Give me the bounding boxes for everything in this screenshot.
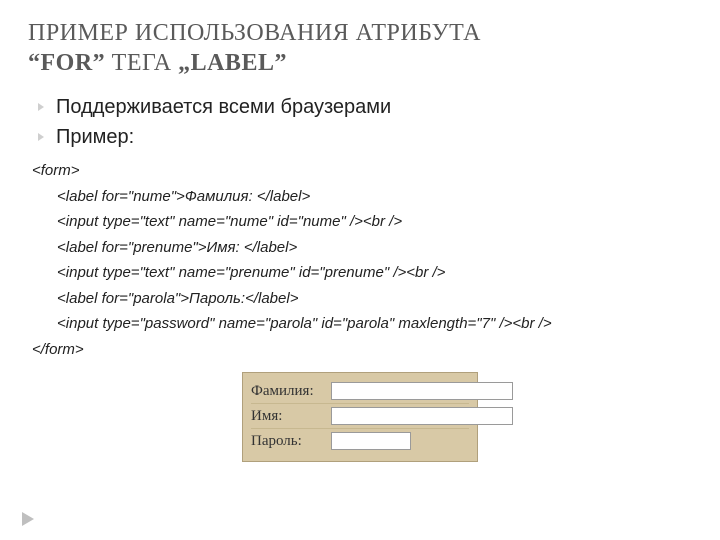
label-lastname: Фамилия: bbox=[251, 383, 331, 400]
slide: ПРИМЕР ИСПОЛЬЗОВАНИЯ АТРИБУТА “FOR” ТЕГА… bbox=[0, 0, 720, 540]
label-firstname: Имя: bbox=[251, 408, 331, 425]
title-label: „LABEL” bbox=[178, 50, 287, 76]
label-password: Пароль: bbox=[251, 433, 331, 450]
title-line1: ПРИМЕР ИСПОЛЬЗОВАНИЯ АТРИБУТА bbox=[28, 20, 481, 46]
input-firstname[interactable] bbox=[331, 407, 513, 425]
input-lastname[interactable] bbox=[331, 382, 513, 400]
row-firstname: Имя: bbox=[251, 404, 469, 429]
bullet-support-text: Поддерживается всеми браузерами bbox=[56, 96, 391, 118]
bullet-example-text: Пример: bbox=[56, 126, 134, 148]
form-demo: Фамилия: Имя: Пароль: bbox=[242, 372, 478, 462]
title-tega: ТЕГА bbox=[105, 50, 178, 76]
code-sample: <form> <label for="nume">Фамилия: </labe… bbox=[32, 158, 692, 362]
input-password[interactable] bbox=[331, 432, 411, 450]
nav-arrow-icon bbox=[22, 512, 34, 526]
row-password: Пароль: bbox=[251, 429, 469, 453]
title-for: “FOR” bbox=[28, 50, 105, 76]
bullet-list: Поддерживается всеми браузерами Пример: bbox=[28, 92, 692, 152]
slide-title: ПРИМЕР ИСПОЛЬЗОВАНИЯ АТРИБУТА “FOR” ТЕГА… bbox=[28, 18, 692, 78]
bullet-example: Пример: bbox=[38, 122, 692, 152]
bullet-support: Поддерживается всеми браузерами bbox=[38, 92, 692, 122]
row-lastname: Фамилия: bbox=[251, 379, 469, 404]
